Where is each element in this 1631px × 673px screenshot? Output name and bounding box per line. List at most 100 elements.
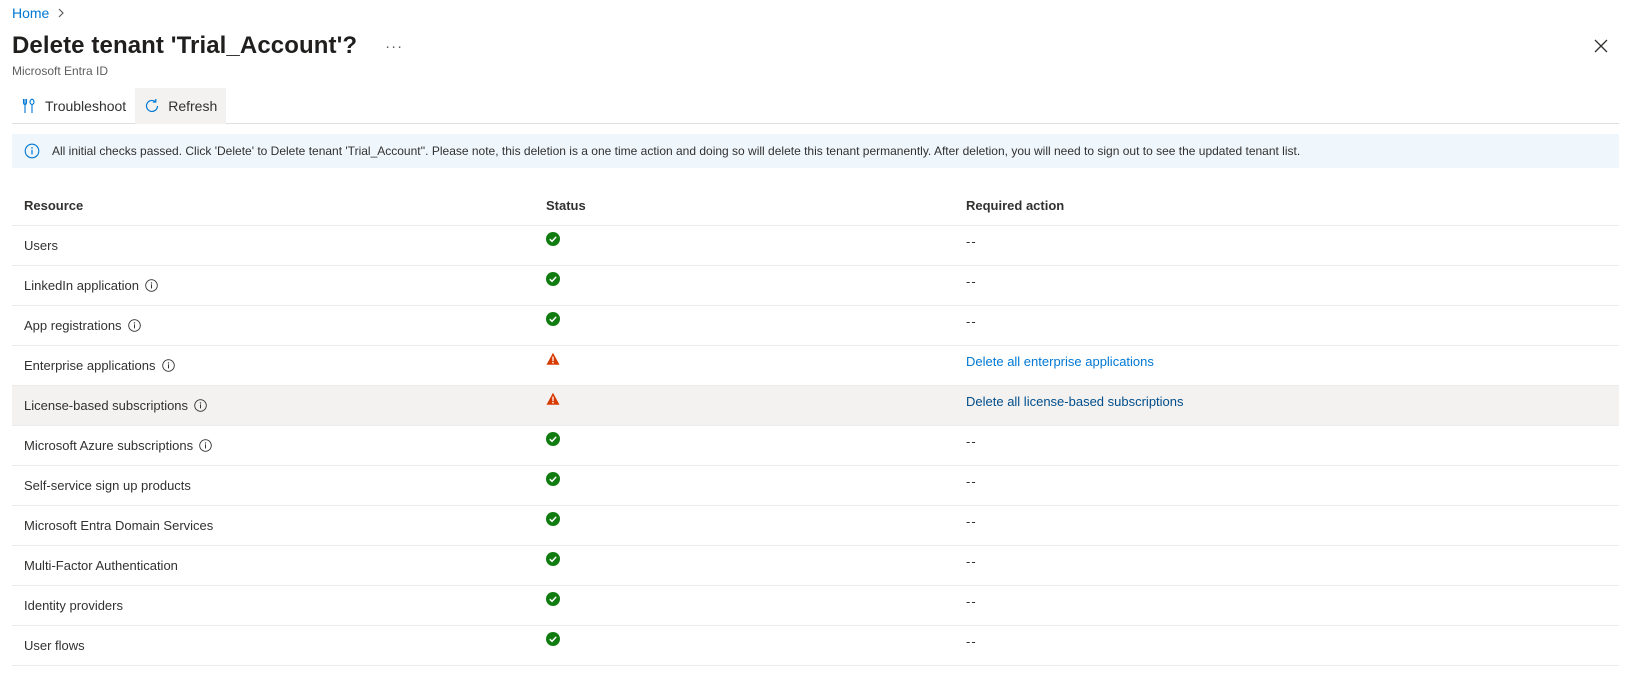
check-circle-icon — [546, 312, 560, 326]
table-row: Multi-Factor Authentication -- — [12, 546, 1619, 586]
cell-required-action: -- — [954, 466, 1619, 505]
cell-required-action: -- — [954, 546, 1619, 585]
table-row: Microsoft Entra Domain Services -- — [12, 506, 1619, 546]
table-row: Identity providers -- — [12, 586, 1619, 626]
check-circle-icon — [546, 632, 560, 646]
cell-resource: Enterprise applications — [12, 346, 534, 385]
info-icon[interactable] — [161, 359, 175, 372]
cell-resource: Self-service sign up products — [12, 466, 534, 505]
cell-status — [534, 266, 954, 305]
chevron-right-icon — [57, 8, 65, 18]
refresh-icon — [144, 98, 160, 114]
resource-label: License-based subscriptions — [24, 398, 189, 413]
table-row: LinkedIn application -- — [12, 266, 1619, 306]
cell-resource: Identity providers — [12, 586, 534, 625]
info-icon[interactable] — [199, 439, 212, 452]
required-action-link[interactable]: Delete all license-based subscriptions — [966, 394, 1184, 409]
cell-resource: Microsoft Azure subscriptions — [12, 426, 534, 465]
cell-resource: Multi-Factor Authentication — [12, 546, 534, 585]
cell-status — [534, 626, 954, 665]
cell-required-action: -- — [954, 306, 1619, 345]
resource-label: App registrations — [24, 318, 122, 333]
resource-label: Microsoft Azure subscriptions — [24, 438, 194, 453]
no-action-text: -- — [966, 594, 977, 609]
troubleshoot-button[interactable]: Troubleshoot — [12, 88, 135, 124]
close-button[interactable] — [1591, 36, 1611, 56]
page-subtitle: Microsoft Entra ID — [12, 64, 109, 78]
resource-label: Multi-Factor Authentication — [24, 558, 178, 573]
cell-status — [534, 346, 954, 385]
title-row: Delete tenant 'Trial_Account'? ··· — [12, 32, 407, 60]
cell-status — [534, 466, 954, 505]
info-icon[interactable] — [194, 399, 207, 412]
close-icon — [1594, 39, 1608, 53]
warning-triangle-icon — [546, 352, 560, 366]
no-action-text: -- — [966, 434, 977, 449]
resource-label: Identity providers — [24, 598, 123, 613]
check-circle-icon — [546, 272, 560, 286]
check-circle-icon — [546, 472, 560, 486]
cell-resource: LinkedIn application — [12, 266, 534, 305]
table-row: Users -- — [12, 226, 1619, 266]
refresh-button[interactable]: Refresh — [135, 87, 227, 124]
cell-required-action: -- — [954, 506, 1619, 545]
cell-resource: Users — [12, 226, 534, 265]
no-action-text: -- — [966, 234, 977, 249]
cell-status — [534, 506, 954, 545]
troubleshoot-label: Troubleshoot — [45, 97, 127, 114]
column-header-required-action: Required action — [966, 198, 1065, 213]
resource-label: Enterprise applications — [24, 358, 156, 373]
cell-required-action: -- — [954, 586, 1619, 625]
refresh-label: Refresh — [168, 97, 218, 114]
no-action-text: -- — [966, 274, 977, 289]
table-row: Microsoft Azure subscriptions -- — [12, 426, 1619, 466]
more-options-button[interactable]: ··· — [381, 37, 407, 56]
cell-required-action: -- — [954, 266, 1619, 305]
cell-required-action: -- — [954, 426, 1619, 465]
cell-resource: License-based subscriptions — [12, 386, 534, 425]
cell-required-action: -- — [954, 626, 1619, 665]
cell-status — [534, 386, 954, 425]
cell-required-action: -- — [954, 226, 1619, 265]
no-action-text: -- — [966, 554, 977, 569]
table-row: Self-service sign up products -- — [12, 466, 1619, 506]
resource-label: LinkedIn application — [24, 278, 139, 293]
required-action-link[interactable]: Delete all enterprise applications — [966, 354, 1154, 369]
no-action-text: -- — [966, 634, 977, 649]
cell-status — [534, 306, 954, 345]
resource-label: User flows — [24, 638, 85, 653]
info-icon — [24, 143, 40, 159]
warning-triangle-icon — [546, 392, 560, 406]
breadcrumb: Home — [12, 5, 65, 21]
column-header-resource: Resource — [24, 198, 84, 213]
table-header-row: Resource Status Required action — [12, 186, 1619, 226]
cell-required-action: Delete all license-based subscriptions — [954, 386, 1619, 425]
cell-resource: User flows — [12, 626, 534, 665]
check-circle-icon — [546, 232, 560, 246]
cell-required-action: Delete all enterprise applications — [954, 346, 1619, 385]
check-circle-icon — [546, 552, 560, 566]
column-header-status: Status — [546, 198, 586, 213]
cell-status — [534, 546, 954, 585]
check-circle-icon — [546, 592, 560, 606]
table-row: Enterprise applications Delete all enterp… — [12, 346, 1619, 386]
breadcrumb-home-link[interactable]: Home — [12, 5, 49, 21]
table-body: Users -- LinkedIn application -- App registr… — [12, 226, 1619, 666]
check-circle-icon — [546, 432, 560, 446]
info-message-text: All initial checks passed. Click 'Delete… — [52, 144, 1301, 158]
page-title: Delete tenant 'Trial_Account'? — [12, 32, 358, 59]
resource-label: Self-service sign up products — [24, 478, 191, 493]
resource-label: Microsoft Entra Domain Services — [24, 518, 214, 533]
cell-resource: Microsoft Entra Domain Services — [12, 506, 534, 545]
no-action-text: -- — [966, 314, 977, 329]
command-bar: Troubleshoot Refresh — [12, 87, 1619, 124]
table-row: License-based subscriptions Delete all li… — [12, 386, 1619, 426]
info-icon[interactable] — [145, 279, 158, 292]
table-row: User flows -- — [12, 626, 1619, 666]
troubleshoot-icon — [21, 98, 37, 114]
delete-tenant-blade: Home Delete tenant 'Trial_Account'? ··· … — [0, 0, 1631, 673]
info-message-bar: All initial checks passed. Click 'Delete… — [12, 134, 1619, 168]
info-icon[interactable] — [127, 319, 141, 332]
cell-status — [534, 226, 954, 265]
no-action-text: -- — [966, 514, 977, 529]
